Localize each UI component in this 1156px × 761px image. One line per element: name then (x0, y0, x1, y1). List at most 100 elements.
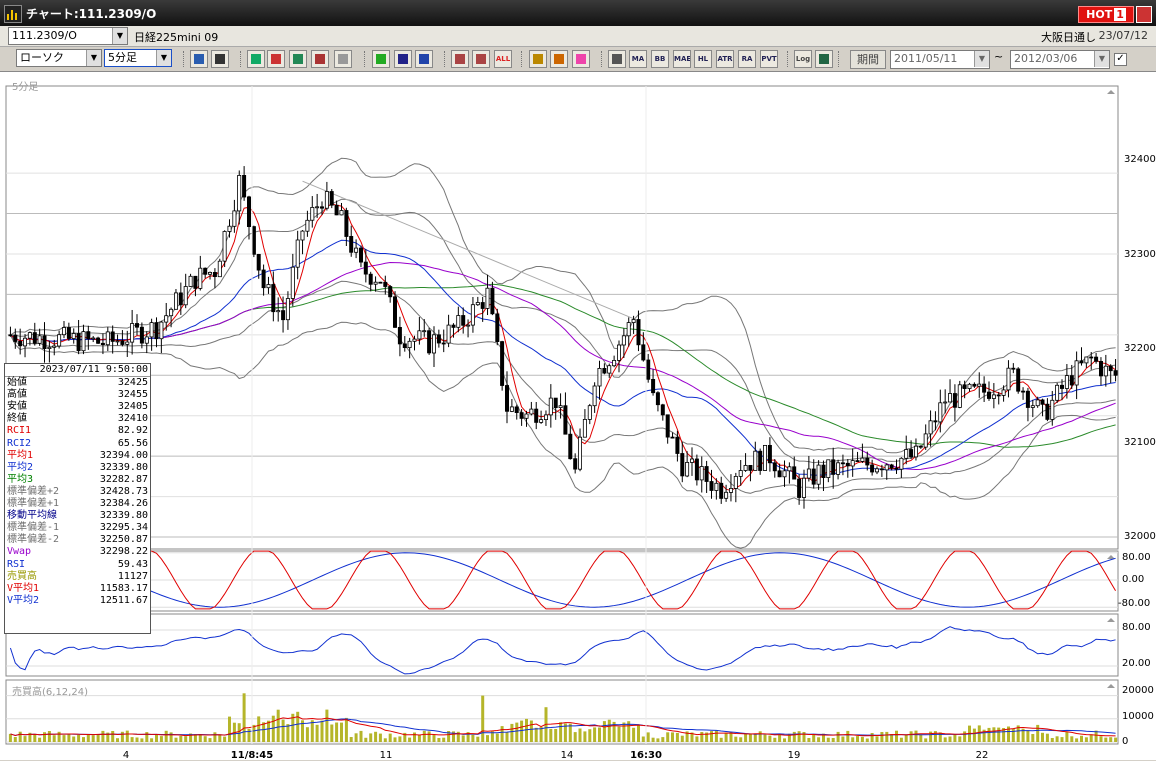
volume-bar (349, 737, 353, 742)
candle-icon[interactable] (451, 50, 469, 68)
candle-body (665, 414, 670, 438)
color-icon[interactable] (572, 50, 590, 68)
info-row-label: 移動平均線 (7, 510, 57, 522)
info-row-label: 標準偏差+1 (7, 498, 60, 510)
volume-panel-label: 売買高(6,12,24) (12, 687, 88, 698)
hl-icon[interactable]: HL (694, 50, 712, 68)
grid-icon[interactable] (211, 50, 229, 68)
download-icon[interactable] (247, 50, 265, 68)
candle-body (1108, 365, 1113, 372)
volume-bar (588, 729, 592, 742)
volume-bar (320, 720, 324, 742)
hot-badge[interactable]: HOT 1 (1078, 6, 1134, 23)
info-row: V平均1 11583.17 (5, 583, 150, 595)
candle-body (879, 468, 884, 471)
settings-icon[interactable] (529, 50, 547, 68)
pvt-icon[interactable]: PVT (760, 50, 778, 68)
window-title: チャート:111.2309/O (26, 7, 157, 21)
candle2-icon-glyph (476, 54, 486, 64)
zoom-icon[interactable] (190, 50, 208, 68)
chevron-down-icon[interactable]: ▼ (156, 50, 171, 66)
volume-bar (758, 731, 762, 742)
calendar-dropdown-icon[interactable]: ▼ (974, 51, 989, 67)
candle-body (8, 334, 13, 337)
all-icon[interactable]: ALL (494, 50, 512, 68)
price-tick: 32100 (1124, 437, 1156, 448)
candle-body (427, 330, 432, 354)
volume-bar (851, 737, 855, 742)
ra-icon[interactable]: RA (738, 50, 756, 68)
info-row: 売買高 11127 (5, 571, 150, 583)
candle-body (753, 450, 758, 471)
chevron-down-icon[interactable]: ▼ (86, 50, 101, 66)
candle-body (738, 470, 743, 477)
log-icon[interactable]: Log (794, 50, 812, 68)
candle-body (22, 337, 27, 347)
info-row-label: 始値 (7, 377, 27, 389)
volume-bar (315, 724, 319, 742)
ma-icon[interactable]: MA (629, 50, 647, 68)
chevron-down-icon[interactable]: ▼ (112, 28, 127, 44)
volume-bar (72, 736, 76, 742)
candle-body (431, 334, 436, 354)
chart-svg[interactable] (0, 72, 1156, 760)
volume-bar (388, 733, 392, 742)
volume-bar (948, 736, 952, 742)
candle-icon-glyph (455, 54, 465, 64)
candle-body (617, 344, 622, 361)
candle-body (66, 327, 71, 339)
pattern-icon[interactable] (608, 50, 626, 68)
candle-body (344, 210, 349, 237)
volume-bar (826, 737, 830, 742)
period-button[interactable]: 期間 (850, 50, 886, 69)
interval-select[interactable]: 5分足 ▼ (104, 49, 172, 67)
candle-body (850, 460, 855, 467)
volume-bar (23, 736, 27, 742)
chart-area[interactable]: 5分足 売買高(6,12,24) 32400 32300 32200 32100… (0, 72, 1156, 761)
eraser-icon[interactable] (415, 50, 433, 68)
pattern-icon-glyph (612, 54, 622, 64)
candle-body (281, 310, 286, 321)
volume-bar (534, 727, 538, 742)
volume-bar (529, 720, 533, 742)
period-checkbox[interactable]: ✓ (1114, 53, 1127, 66)
calendar-dropdown-icon[interactable]: ▼ (1094, 51, 1109, 67)
pencil-icon[interactable] (372, 50, 390, 68)
bb-icon[interactable]: BB (651, 50, 669, 68)
compare-icon[interactable] (311, 50, 329, 68)
excel-icon[interactable] (289, 50, 307, 68)
volume-bar (223, 736, 227, 742)
info-row-value: 32405 (117, 401, 148, 413)
symbol-code-combo[interactable]: 111.2309/O ▼ (8, 27, 128, 45)
candle-body (972, 383, 977, 387)
mae-icon[interactable]: MAE (673, 50, 691, 68)
candle-body (144, 336, 149, 344)
volume-bar (432, 735, 436, 742)
candle2-icon[interactable] (472, 50, 490, 68)
candle-body (582, 418, 587, 438)
info-row-value: 32339.80 (99, 510, 148, 522)
volume-bar (617, 726, 621, 742)
date-to-field[interactable]: 2012/03/06 ▼ (1010, 50, 1110, 69)
volume-bar (1104, 737, 1108, 742)
info-row: 標準偏差-2 32250.87 (5, 534, 150, 546)
volume-bar (963, 731, 967, 742)
cursor-icon[interactable] (394, 50, 412, 68)
download-icon-glyph (251, 54, 261, 64)
alert-icon[interactable] (334, 50, 352, 68)
atr-icon[interactable]: ATR (716, 50, 734, 68)
candle-body (198, 267, 203, 289)
candle-body (310, 206, 315, 221)
candle-body (154, 322, 159, 340)
candle-body (899, 457, 904, 470)
chart-type-select[interactable]: ローソク ▼ (16, 49, 102, 67)
sub-icon[interactable] (815, 50, 833, 68)
date-from-field[interactable]: 2011/05/11 ▼ (890, 50, 990, 69)
tools-icon[interactable] (550, 50, 568, 68)
compare-icon-glyph (315, 54, 325, 64)
volume-bar (953, 734, 957, 742)
volume-bar (899, 737, 903, 742)
candle-body (870, 464, 875, 473)
history-icon[interactable] (267, 50, 285, 68)
window-menu-button[interactable] (1136, 6, 1152, 23)
